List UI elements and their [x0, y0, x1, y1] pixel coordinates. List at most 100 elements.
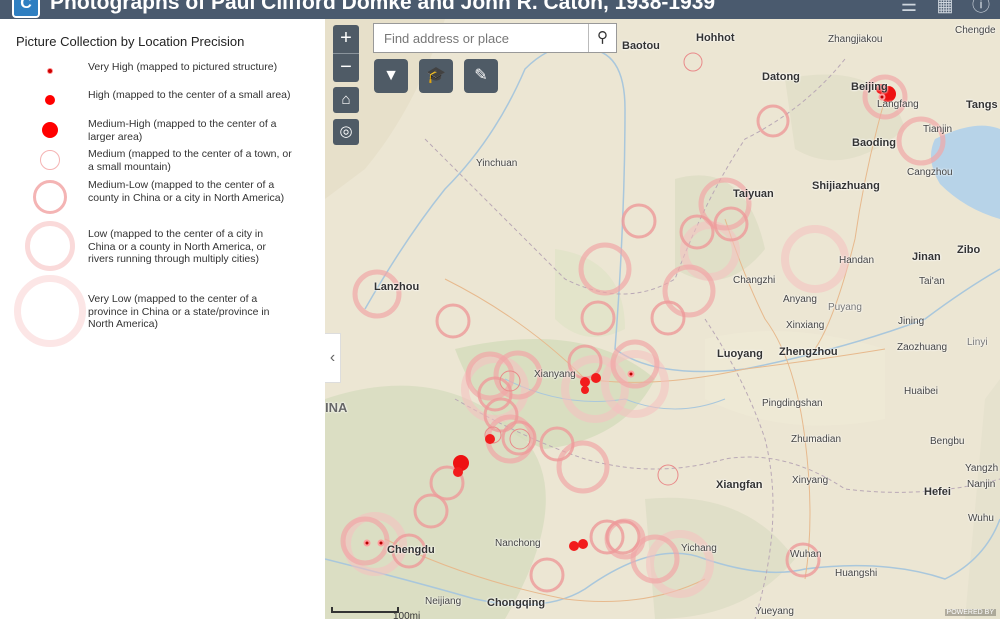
search-button[interactable]: ⚲: [588, 24, 616, 52]
location-symbol[interactable]: [352, 269, 402, 319]
attribution: POWERED BY: [944, 609, 996, 616]
search-input[interactable]: [374, 24, 588, 52]
location-symbol[interactable]: [591, 373, 601, 383]
very-high-symbol-icon: [47, 68, 53, 74]
city-label: Yinchuan: [476, 158, 518, 169]
city-label: Baoding: [852, 137, 896, 149]
zoom-control: + −: [333, 25, 359, 82]
zoom-in-button[interactable]: +: [333, 25, 359, 53]
filter-button[interactable]: ▼: [374, 59, 408, 93]
city-label: Zhangjiakou: [828, 34, 883, 45]
city-label: Zhengzhou: [779, 346, 838, 358]
city-label: Zhumadian: [791, 434, 842, 445]
city-label: Huangshi: [835, 568, 878, 579]
location-symbol[interactable]: [453, 467, 463, 477]
location-symbol[interactable]: [485, 434, 495, 444]
city-label: Huaibei: [904, 386, 938, 397]
locate-button[interactable]: ◎: [333, 119, 359, 145]
city-label: Datong: [762, 71, 800, 83]
location-symbol[interactable]: [627, 370, 635, 378]
notes-button[interactable]: ✎: [464, 59, 498, 93]
app-header: C Photographs of Paul Clifford Domke and…: [0, 0, 1000, 19]
city-label: Tangs: [966, 99, 998, 111]
city-label: Luoyang: [717, 348, 763, 360]
city-label: Xinxiang: [786, 320, 825, 331]
info-icon[interactable]: ⓘ: [970, 0, 992, 16]
notes-icon: ✎: [474, 67, 488, 84]
city-label: Neijiang: [425, 596, 462, 607]
panel-collapse-button[interactable]: ‹: [325, 333, 341, 383]
city-label: Xinyang: [792, 475, 829, 486]
home-button[interactable]: ⌂: [333, 87, 359, 113]
city-label: Tai'an: [919, 276, 945, 287]
search-icon: ⚲: [597, 29, 608, 46]
city-label: Langfang: [877, 99, 919, 110]
city-label: Nanjin: [967, 479, 996, 490]
home-icon: ⌂: [341, 91, 351, 108]
city-label: Changzhi: [733, 275, 776, 286]
location-symbol[interactable]: [363, 539, 371, 547]
medium-high-symbol-icon: [42, 122, 58, 138]
city-label: Baotou: [622, 40, 660, 52]
city-label: Pingdingshan: [762, 398, 823, 409]
legend-label: Very Low (mapped to the center of a prov…: [88, 293, 270, 330]
city-label: Chengde: [955, 25, 996, 36]
city-label: Jining: [898, 316, 925, 327]
scale-bar: [331, 607, 399, 613]
location-symbol[interactable]: [578, 539, 588, 549]
city-label: Zaozhuang: [897, 342, 948, 353]
legend-panel: Picture Collection by Location Precision…: [0, 19, 325, 619]
high-symbol-icon: [45, 95, 55, 105]
city-label: Xianyang: [534, 369, 576, 380]
location-symbol[interactable]: [377, 539, 385, 547]
city-label: Hohhot: [696, 32, 735, 44]
city-label: Wuhu: [968, 513, 994, 524]
city-label: Puyang: [828, 302, 862, 313]
location-symbol[interactable]: [683, 52, 703, 72]
locate-icon: ◎: [339, 123, 353, 140]
legend-title: Picture Collection by Location Precision: [16, 34, 245, 49]
app-title: Photographs of Paul Clifford Domke and J…: [50, 0, 716, 14]
city-label: Lanzhou: [374, 281, 420, 293]
city-label: Yueyang: [755, 606, 794, 617]
location-symbol[interactable]: [781, 225, 849, 293]
legend-label: Medium-Low (mapped to the center of a co…: [88, 179, 285, 204]
legend-label: Low (mapped to the center of a city in C…: [88, 228, 266, 265]
city-label: Yangzh: [965, 463, 999, 474]
layers-icon[interactable]: ☰: [898, 0, 920, 16]
location-symbol[interactable]: [529, 557, 565, 593]
zoom-out-button[interactable]: −: [333, 54, 359, 82]
location-symbol[interactable]: [657, 464, 679, 486]
graduation-cap-icon: 🎓: [426, 67, 446, 84]
city-label: Anyang: [783, 294, 817, 305]
city-label: Chengdu: [387, 544, 435, 556]
basemap-gallery-icon[interactable]: ▦: [934, 0, 956, 16]
city-label: Taiyuan: [733, 188, 774, 200]
location-symbol[interactable]: [580, 377, 590, 387]
city-label: Linyi: [967, 337, 988, 348]
location-symbol[interactable]: [581, 386, 589, 394]
city-label: Beijing: [851, 81, 888, 93]
city-label: Zibo: [957, 244, 981, 256]
location-symbol[interactable]: [621, 203, 657, 239]
map-view[interactable]: Baotou Hohhot Zhangjiakou Chengde Datong…: [325, 19, 1000, 619]
city-label: Hefei: [924, 486, 951, 498]
filter-icon: ▼: [383, 67, 399, 84]
location-symbol[interactable]: [556, 440, 610, 494]
city-label: Wuhan: [790, 549, 822, 560]
city-label: Tianjin: [923, 124, 953, 135]
chevron-left-icon: ‹: [329, 349, 336, 366]
medium-low-symbol-icon: [33, 180, 67, 214]
graduation-cap-button[interactable]: 🎓: [419, 59, 453, 93]
city-label: Shijiazhuang: [812, 180, 880, 192]
legend-label: Medium (mapped to the center of a town, …: [88, 148, 292, 173]
city-label: Chongqing: [487, 597, 546, 609]
city-label: Xiangfan: [716, 479, 763, 491]
location-symbol[interactable]: [756, 104, 790, 138]
legend-label: Medium-High (mapped to the center of a l…: [88, 118, 277, 143]
location-symbol[interactable]: [435, 303, 471, 339]
medium-symbol-icon: [40, 150, 60, 170]
location-symbol[interactable]: [569, 541, 579, 551]
city-label: Jinan: [912, 251, 941, 263]
city-label: Handan: [839, 255, 875, 266]
